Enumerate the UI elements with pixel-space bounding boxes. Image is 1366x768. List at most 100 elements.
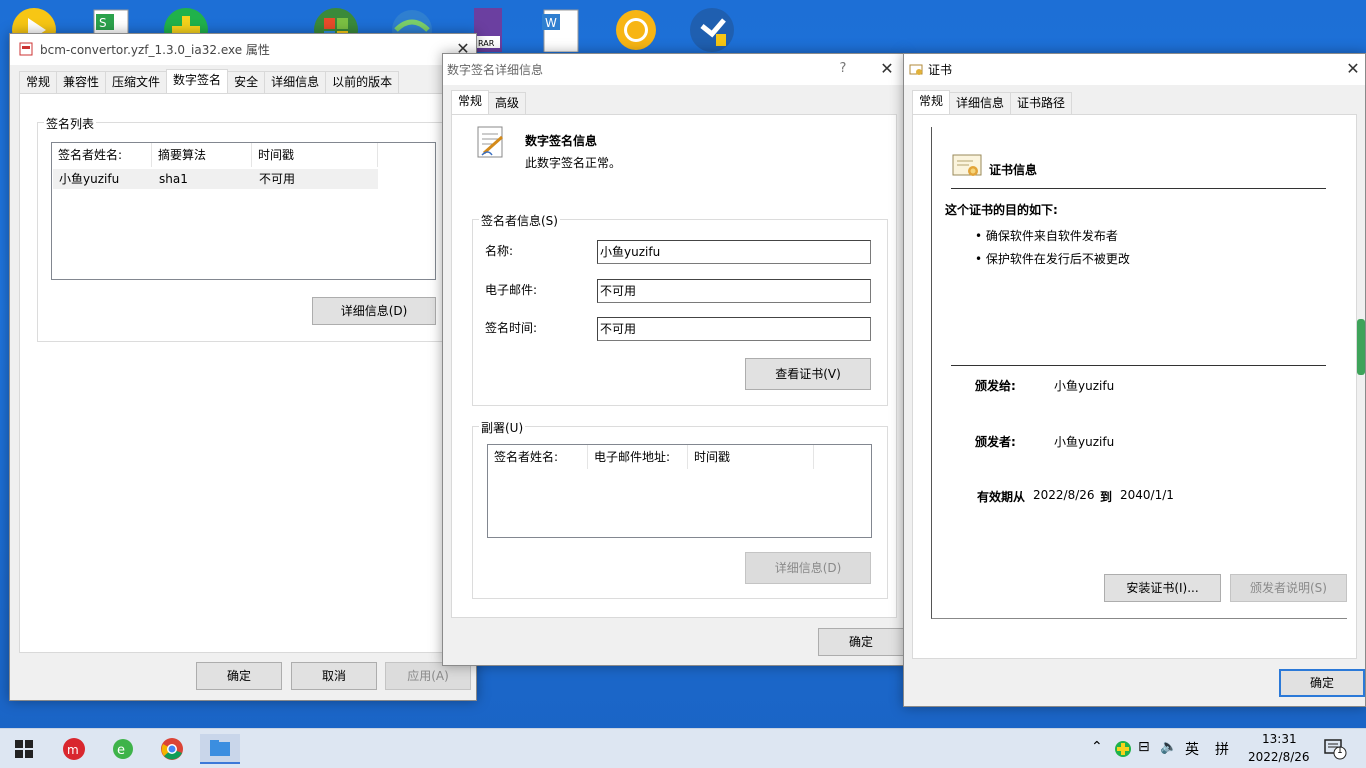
valid-from-label: 有效期从 <box>977 490 1026 504</box>
ok-button[interactable]: 确定 <box>818 628 904 656</box>
column-timestamp[interactable]: 时间戳 <box>688 445 814 469</box>
countersignature-list[interactable]: 签名者姓名: 电子邮件地址: 时间戳 <box>487 444 872 538</box>
header-divider <box>951 188 1326 189</box>
signature-document-icon <box>474 125 508 164</box>
ime-language[interactable]: 英 <box>1185 739 1199 759</box>
tray-chevron-up-icon[interactable]: ⌃ <box>1091 739 1103 755</box>
countersignature-details-button[interactable]: 详细信息(D) <box>745 552 871 584</box>
tray-app-icon[interactable] <box>1114 740 1132 761</box>
close-icon[interactable]: ✕ <box>1342 58 1364 80</box>
certificate-window: 证书 ✕ 常规 详细信息 证书路径 证书信息 这个证书的目的如下: • 确保软件… <box>903 53 1366 707</box>
signing-time-label: 签名时间: <box>485 321 538 335</box>
certificate-title: 证书 <box>928 63 953 77</box>
svg-text:m: m <box>67 743 79 757</box>
tab-details[interactable]: 详细信息 <box>264 71 327 93</box>
column-digest-algorithm[interactable]: 摘要算法 <box>152 143 252 167</box>
tab-details[interactable]: 详细信息 <box>949 92 1012 114</box>
install-certificate-button[interactable]: 安装证书(I)... <box>1104 574 1221 602</box>
apply-button[interactable]: 应用(A) <box>385 662 471 690</box>
signature-info-title: 数字签名信息 <box>525 134 598 148</box>
signature-details-title: 数字签名详细信息 <box>447 63 544 77</box>
properties-title: bcm-convertor.yzf_1.3.0_ia32.exe 属性 <box>40 43 270 57</box>
tab-archive[interactable]: 压缩文件 <box>105 71 168 93</box>
notification-center-icon[interactable]: 1 <box>1324 738 1348 760</box>
file-explorer-icon <box>210 740 230 756</box>
purpose-item: • 保护软件在发行后不被更改 <box>975 252 1130 266</box>
volume-icon[interactable]: 🔈 <box>1160 739 1177 755</box>
countersignature-label: 副署(U) <box>479 419 526 436</box>
desktop-icon-shield[interactable] <box>688 4 736 52</box>
desktop-icon-browser[interactable] <box>612 4 660 52</box>
column-email-address[interactable]: 电子邮件地址: <box>588 445 688 469</box>
tab-general[interactable]: 常规 <box>451 90 490 114</box>
desktop-icon-word[interactable]: W <box>538 4 586 53</box>
signature-list-header: 签名者姓名: 摘要算法 时间戳 <box>52 143 435 167</box>
cancel-button[interactable]: 取消 <box>291 662 377 690</box>
chrome-icon <box>161 738 183 760</box>
signature-details-titlebar[interactable]: 数字签名详细信息 ? ✕ <box>443 54 903 85</box>
email-field[interactable]: 不可用 <box>597 279 871 303</box>
signature-details-window: 数字签名详细信息 ? ✕ 常规 高级 数字签名信息 此数字签名正常。 签名者信息… <box>442 53 904 666</box>
view-certificate-button[interactable]: 查看证书(V) <box>745 358 871 390</box>
tab-general[interactable]: 常规 <box>19 71 58 93</box>
timestamp-cell: 不可用 <box>259 172 296 186</box>
certificate-icon <box>951 153 985 184</box>
tab-previous-versions[interactable]: 以前的版本 <box>325 71 400 93</box>
close-icon[interactable]: ✕ <box>876 58 898 80</box>
help-icon[interactable]: ? <box>832 58 854 80</box>
taskbar-app-ie[interactable]: e <box>103 734 143 764</box>
exe-file-icon <box>19 42 33 56</box>
signature-details-panel: 数字签名信息 此数字签名正常。 签名者信息(S) 名称: 小鱼yuzifu 电子… <box>451 114 897 618</box>
purpose-title: 这个证书的目的如下: <box>945 203 1058 217</box>
signature-list[interactable]: 签名者姓名: 摘要算法 时间戳 小鱼yuzifu sha1 不可用 <box>51 142 436 280</box>
signature-status: 此数字签名正常。 <box>525 156 622 170</box>
taskbar-app-explorer[interactable] <box>200 734 240 764</box>
details-divider <box>951 365 1326 366</box>
scrollbar-thumb[interactable] <box>1357 319 1365 375</box>
column-timestamp[interactable]: 时间戳 <box>252 143 378 167</box>
column-signer-name[interactable]: 签名者姓名: <box>488 445 588 469</box>
taskbar-app-chrome[interactable] <box>152 734 192 764</box>
browser-e-icon: e <box>113 739 133 759</box>
browser-ring-icon <box>616 10 656 50</box>
details-button[interactable]: 详细信息(D) <box>312 297 436 325</box>
taskbar-app-1[interactable]: m <box>54 734 94 764</box>
table-row[interactable]: 小鱼yuzifu sha1 不可用 <box>53 169 378 189</box>
column-signer-name[interactable]: 签名者姓名: <box>52 143 152 167</box>
network-icon[interactable]: ⊟ <box>1138 739 1150 755</box>
red-app-icon: m <box>63 738 85 760</box>
valid-to-value: 2040/1/1 <box>1120 488 1174 502</box>
issuer-statement-button[interactable]: 颁发者说明(S) <box>1230 574 1347 602</box>
tab-certification-path[interactable]: 证书路径 <box>1010 92 1073 114</box>
ok-button[interactable]: 确定 <box>1279 669 1365 697</box>
start-button[interactable] <box>4 734 44 764</box>
signature-details-tabs: 常规 高级 <box>451 90 527 114</box>
clock-date[interactable]: 2022/8/26 <box>1248 750 1310 764</box>
signer-name-cell: 小鱼yuzifu <box>59 172 120 186</box>
ok-button[interactable]: 确定 <box>196 662 282 690</box>
tab-digital-signatures[interactable]: 数字签名 <box>166 69 229 93</box>
svg-text:W: W <box>545 16 557 30</box>
name-field[interactable]: 小鱼yuzifu <box>597 240 871 264</box>
issued-by-value: 小鱼yuzifu <box>1054 435 1115 449</box>
document-icon: W <box>542 9 579 53</box>
signature-list-label: 签名列表 <box>44 115 97 132</box>
signing-time-field[interactable]: 不可用 <box>597 317 871 341</box>
certificate-panel: 证书信息 这个证书的目的如下: • 确保软件来自软件发布者 • 保护软件在发行后… <box>912 114 1365 659</box>
email-label: 电子邮件: <box>485 283 538 297</box>
notification-count: 1 <box>1337 746 1343 756</box>
tab-advanced[interactable]: 高级 <box>488 92 527 114</box>
svg-text:e: e <box>117 743 125 758</box>
ime-mode[interactable]: 拼 <box>1215 739 1229 759</box>
shield-icon <box>690 8 734 52</box>
tab-compatibility[interactable]: 兼容性 <box>56 71 107 93</box>
certificate-titlebar[interactable]: 证书 ✕ <box>904 54 1365 85</box>
clock-time[interactable]: 13:31 <box>1262 732 1297 746</box>
properties-tabs: 常规 兼容性 压缩文件 数字签名 安全 详细信息 以前的版本 <box>19 69 400 93</box>
tab-security[interactable]: 安全 <box>227 71 266 93</box>
properties-titlebar[interactable]: bcm-convertor.yzf_1.3.0_ia32.exe 属性 ✕ <box>10 34 476 65</box>
issued-by-label: 颁发者: <box>975 435 1016 449</box>
tray-plus-icon <box>1115 741 1131 757</box>
tab-general[interactable]: 常规 <box>912 90 951 114</box>
signer-info-label: 签名者信息(S) <box>479 212 560 229</box>
